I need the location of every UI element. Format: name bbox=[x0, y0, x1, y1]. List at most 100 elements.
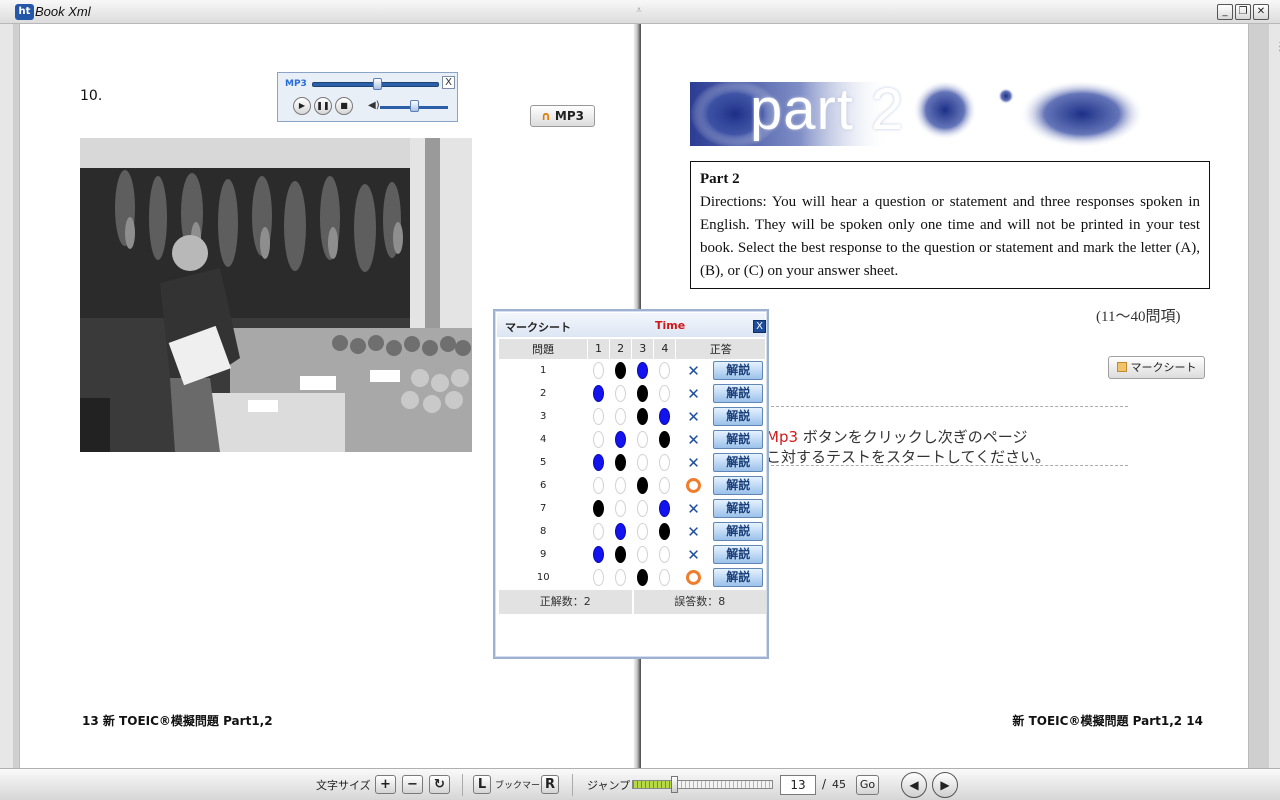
volume-icon: ◀) bbox=[368, 100, 380, 111]
answer-bubble[interactable] bbox=[637, 477, 649, 494]
jump-slider-thumb[interactable] bbox=[670, 776, 678, 793]
explain-button[interactable]: 解説 bbox=[713, 453, 764, 472]
answer-bubble[interactable] bbox=[637, 454, 649, 471]
volume-thumb[interactable] bbox=[410, 100, 419, 112]
answer-bubble[interactable] bbox=[615, 546, 627, 563]
pause-button[interactable]: ❚❚ bbox=[314, 97, 332, 115]
answer-bubble[interactable] bbox=[593, 523, 605, 540]
result-cell bbox=[675, 566, 712, 590]
answer-bubble[interactable] bbox=[637, 523, 649, 540]
play-button[interactable]: ▶ bbox=[293, 97, 311, 115]
answer-bubble[interactable] bbox=[615, 500, 627, 517]
choice-cell bbox=[587, 405, 610, 429]
marksheet-button[interactable]: マークシート bbox=[1108, 356, 1205, 379]
bookmark-left-button[interactable]: L bbox=[473, 775, 491, 794]
explain-button[interactable]: 解説 bbox=[713, 499, 764, 518]
choice-cell bbox=[631, 428, 654, 452]
answer-bubble[interactable] bbox=[637, 385, 649, 402]
explain-button[interactable]: 解説 bbox=[713, 430, 764, 449]
answer-bubble[interactable] bbox=[593, 500, 605, 517]
seek-thumb[interactable] bbox=[373, 78, 382, 90]
mp3-player-label: MP3 bbox=[285, 79, 307, 89]
next-page-icon[interactable]: ▶ bbox=[932, 772, 958, 798]
answer-bubble[interactable] bbox=[615, 362, 627, 379]
answer-bubble[interactable] bbox=[615, 454, 627, 471]
answer-bubble[interactable] bbox=[659, 477, 671, 494]
answer-bubble[interactable] bbox=[593, 431, 605, 448]
instruction-line-1-text: ボタンをクリックし次ぎのページ bbox=[798, 428, 1028, 446]
prev-page-icon[interactable]: ◀ bbox=[901, 772, 927, 798]
jump-slider[interactable] bbox=[632, 780, 773, 789]
stop-button[interactable]: ■ bbox=[335, 97, 353, 115]
restore-button[interactable]: ❐ bbox=[1235, 4, 1251, 20]
header-choice-2: 2 bbox=[609, 339, 633, 360]
answer-bubble[interactable] bbox=[637, 500, 649, 517]
answer-bubble[interactable] bbox=[659, 385, 671, 402]
page-number-input[interactable]: 13 bbox=[780, 775, 816, 795]
answer-bubble[interactable] bbox=[637, 431, 649, 448]
choice-cell bbox=[631, 474, 654, 498]
header-choice-3: 3 bbox=[631, 339, 655, 360]
header-question: 問題 bbox=[499, 339, 588, 360]
headphones-icon: ∩ bbox=[540, 109, 551, 123]
answer-bubble[interactable] bbox=[593, 454, 605, 471]
answer-bubble[interactable] bbox=[637, 362, 649, 379]
marksheet-header[interactable]: マークシート Time X bbox=[497, 313, 766, 337]
choice-cell bbox=[609, 543, 632, 567]
answer-bubble[interactable] bbox=[659, 523, 671, 540]
player-close-icon[interactable]: X bbox=[442, 76, 455, 89]
explain-button[interactable]: 解説 bbox=[713, 384, 764, 403]
answer-bubble[interactable] bbox=[659, 454, 671, 471]
choice-cell bbox=[587, 451, 610, 475]
answer-bubble[interactable] bbox=[637, 569, 649, 586]
answer-bubble[interactable] bbox=[615, 385, 627, 402]
explain-button[interactable]: 解説 bbox=[713, 522, 764, 541]
answer-bubble[interactable] bbox=[593, 385, 605, 402]
answer-bubble[interactable] bbox=[659, 569, 671, 586]
answer-bubble[interactable] bbox=[659, 500, 671, 517]
go-button[interactable]: Go bbox=[856, 775, 879, 795]
explain-button[interactable]: 解説 bbox=[713, 568, 764, 587]
marksheet-row: 4 ✕ 解説 bbox=[499, 428, 766, 452]
answer-bubble[interactable] bbox=[593, 569, 605, 586]
font-reset-button[interactable]: ↻ bbox=[429, 775, 450, 794]
bookmark-right-button[interactable]: R bbox=[541, 775, 559, 794]
title-grip-icon[interactable]: ⩡ bbox=[632, 5, 646, 17]
left-page-footer: 13 新 TOEIC®模擬問題 Part1,2 bbox=[82, 714, 273, 728]
minimize-button[interactable]: _ bbox=[1217, 4, 1233, 20]
explain-button[interactable]: 解説 bbox=[713, 545, 764, 564]
answer-bubble[interactable] bbox=[659, 362, 671, 379]
answer-bubble[interactable] bbox=[615, 523, 627, 540]
explain-button[interactable]: 解説 bbox=[713, 476, 764, 495]
dotted-divider bbox=[756, 465, 1128, 466]
answer-bubble[interactable] bbox=[659, 546, 671, 563]
marksheet-row: 2 ✕ 解説 bbox=[499, 382, 766, 406]
choice-cell bbox=[587, 359, 610, 383]
marksheet-close-icon[interactable]: X bbox=[753, 320, 766, 333]
answer-bubble[interactable] bbox=[637, 546, 649, 563]
answer-bubble[interactable] bbox=[615, 477, 627, 494]
answer-bubble[interactable] bbox=[659, 408, 671, 425]
choice-cell bbox=[609, 359, 632, 383]
answer-bubble[interactable] bbox=[615, 431, 627, 448]
explain-button[interactable]: 解説 bbox=[713, 407, 764, 426]
marksheet-table: 問題 1 2 3 4 正答 1 ✕ 解説 2 ✕ 解説 3 ✕ 解説 4 ✕ 解説 5 ✕ 解説 6 解説 7 ✕ 解… bbox=[499, 339, 766, 590]
answer-bubble[interactable] bbox=[593, 408, 605, 425]
choice-cell bbox=[631, 543, 654, 567]
font-increase-button[interactable]: + bbox=[375, 775, 396, 794]
bottom-toolbar: 文字サイズ + − ↻ L ブックマーク R ジャンプ 13 / 45 Go ◀… bbox=[0, 768, 1280, 800]
choice-cell bbox=[609, 474, 632, 498]
explain-button[interactable]: 解説 bbox=[713, 361, 764, 380]
answer-bubble[interactable] bbox=[615, 569, 627, 586]
answer-bubble[interactable] bbox=[659, 431, 671, 448]
mp3-button[interactable]: ∩ MP3 bbox=[530, 105, 595, 127]
font-size-label: 文字サイズ bbox=[316, 779, 371, 792]
answer-bubble[interactable] bbox=[593, 546, 605, 563]
font-decrease-button[interactable]: − bbox=[402, 775, 423, 794]
close-button[interactable]: ✕ bbox=[1253, 4, 1269, 20]
explain-cell: 解説 bbox=[711, 359, 766, 383]
answer-bubble[interactable] bbox=[637, 408, 649, 425]
answer-bubble[interactable] bbox=[593, 362, 605, 379]
answer-bubble[interactable] bbox=[593, 477, 605, 494]
answer-bubble[interactable] bbox=[615, 408, 627, 425]
